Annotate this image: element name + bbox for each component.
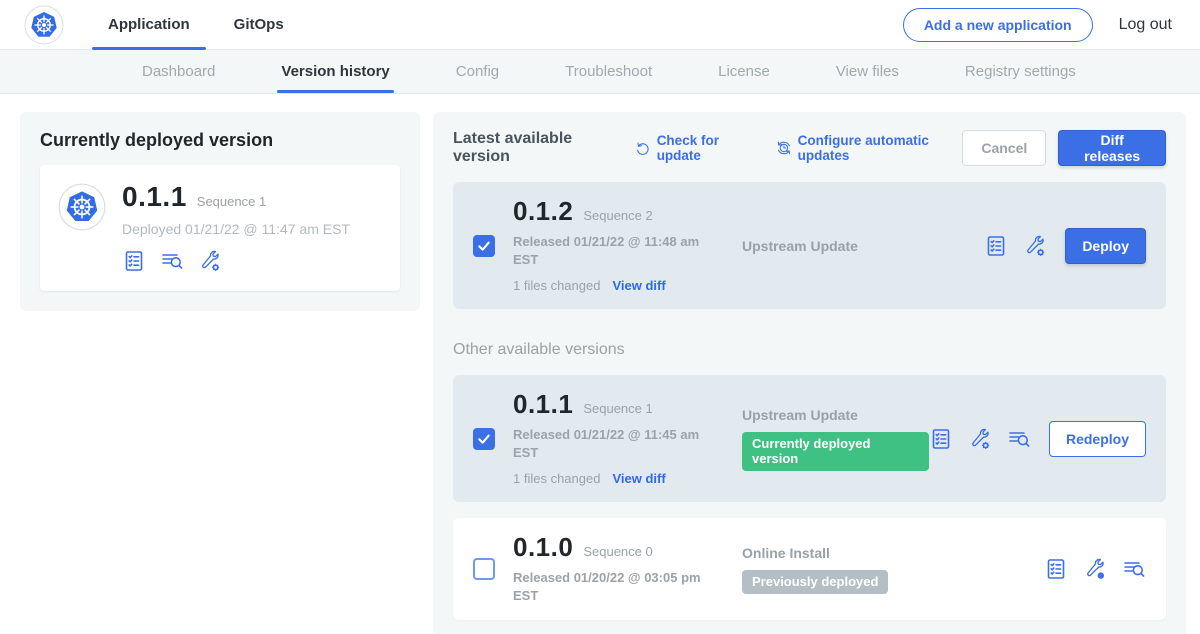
version-checkbox[interactable] [473, 428, 495, 450]
deployed-version-number: 0.1.1 [122, 183, 187, 211]
deployed-version-card: 0.1.1 Sequence 1 Deployed 01/21/22 @ 11:… [40, 165, 400, 291]
previously-deployed-badge: Previously deployed [742, 570, 888, 594]
files-changed-label: 1 files changed [513, 278, 600, 293]
subnav-tab-dashboard[interactable]: Dashboard [138, 50, 219, 93]
version-source: Upstream Update Currently deployed versi… [718, 407, 929, 471]
checkmark-icon [476, 238, 492, 254]
view-config-icon[interactable] [1083, 557, 1107, 581]
deployed-timestamp: Deployed 01/21/22 @ 11:47 am EST [122, 221, 350, 237]
version-info: 0.1.2 Sequence 2 Released 01/21/22 @ 11:… [513, 198, 718, 293]
released-timestamp: Released 01/21/22 @ 11:45 am EST [513, 426, 701, 461]
released-timestamp: Released 01/20/22 @ 03:05 pm EST [513, 569, 701, 604]
check-for-update-label: Check for update [657, 133, 754, 163]
logs-icon[interactable] [160, 249, 184, 273]
currently-deployed-badge: Currently deployed version [742, 432, 929, 471]
version-checkbox[interactable] [473, 558, 495, 580]
view-diff-link[interactable]: View diff [612, 471, 665, 486]
subnav-tab-version-history[interactable]: Version history [277, 50, 393, 93]
auto-update-icon [776, 139, 792, 157]
version-number: 0.1.1 [513, 391, 573, 417]
deployed-version-info: 0.1.1 Sequence 1 Deployed 01/21/22 @ 11:… [122, 183, 350, 273]
version-source: Upstream Update [718, 238, 984, 254]
version-row-icons [984, 234, 1047, 258]
version-number: 0.1.0 [513, 534, 573, 560]
main-content: Currently deployed version 0.1.1 Sequenc… [0, 94, 1200, 634]
sequence-label: Sequence 0 [583, 544, 652, 559]
panel-header: Latest available version Check for updat… [453, 130, 1166, 166]
check-for-update-link[interactable]: Check for update [635, 133, 754, 163]
version-checkbox[interactable] [473, 235, 495, 257]
subnav-tab-troubleshoot[interactable]: Troubleshoot [561, 50, 656, 93]
refresh-icon [635, 139, 651, 157]
top-nav: Application GitOps Add a new application… [0, 0, 1200, 50]
app-kubernetes-icon [58, 183, 106, 231]
tab-application-label: Application [108, 16, 190, 33]
source-label: Upstream Update [742, 238, 984, 254]
version-info: 0.1.0 Sequence 0 Released 01/20/22 @ 03:… [513, 534, 718, 604]
source-label: Online Install [742, 545, 1044, 561]
currently-deployed-title: Currently deployed version [40, 130, 400, 151]
checkmark-icon [476, 431, 492, 447]
kubernetes-logo[interactable] [24, 5, 64, 45]
add-new-application-button[interactable]: Add a new application [903, 8, 1093, 42]
files-changed-label: 1 files changed [513, 471, 600, 486]
release-notes-icon[interactable] [929, 427, 953, 451]
deployed-sequence-label: Sequence 1 [197, 194, 266, 209]
version-number: 0.1.2 [513, 198, 573, 224]
sequence-label: Sequence 2 [583, 208, 652, 223]
logs-icon[interactable] [1007, 427, 1031, 451]
version-row-0-1-1: 0.1.1 Sequence 1 Released 01/21/22 @ 11:… [453, 375, 1166, 502]
version-row-0-1-2: 0.1.2 Sequence 2 Released 01/21/22 @ 11:… [453, 182, 1166, 309]
tab-gitops-label: GitOps [234, 16, 284, 33]
version-info: 0.1.1 Sequence 1 Released 01/21/22 @ 11:… [513, 391, 718, 486]
version-row-icons [929, 427, 1031, 451]
deploy-button[interactable]: Deploy [1065, 228, 1146, 264]
logs-icon[interactable] [1122, 557, 1146, 581]
latest-available-title: Latest available version [453, 130, 613, 166]
release-notes-icon[interactable] [122, 249, 146, 273]
subnav-tab-license[interactable]: License [714, 50, 774, 93]
edit-config-icon[interactable] [968, 427, 992, 451]
app-sub-nav: Dashboard Version history Config Trouble… [0, 50, 1200, 94]
cancel-button[interactable]: Cancel [962, 130, 1046, 166]
redeploy-button[interactable]: Redeploy [1049, 421, 1146, 457]
version-history-panel: Latest available version Check for updat… [433, 112, 1186, 634]
version-source: Online Install Previously deployed [718, 545, 1044, 594]
configure-auto-updates-link[interactable]: Configure automatic updates [776, 133, 963, 163]
edit-config-icon[interactable] [198, 249, 222, 273]
release-notes-icon[interactable] [984, 234, 1008, 258]
other-available-versions-title: Other available versions [453, 341, 1166, 359]
source-label: Upstream Update [742, 407, 929, 423]
sequence-label: Sequence 1 [583, 401, 652, 416]
logout-button[interactable]: Log out [1119, 16, 1172, 34]
release-notes-icon[interactable] [1044, 557, 1068, 581]
subnav-tab-view-files[interactable]: View files [832, 50, 903, 93]
currently-deployed-card: Currently deployed version 0.1.1 Sequenc… [20, 112, 420, 311]
version-row-0-1-0: 0.1.0 Sequence 0 Released 01/20/22 @ 03:… [453, 518, 1166, 620]
tab-application[interactable]: Application [86, 0, 212, 50]
tab-gitops[interactable]: GitOps [212, 0, 306, 50]
subnav-tab-registry-settings[interactable]: Registry settings [961, 50, 1080, 93]
edit-config-icon[interactable] [1023, 234, 1047, 258]
diff-releases-button[interactable]: Diff releases [1058, 130, 1166, 166]
subnav-tab-config[interactable]: Config [452, 50, 503, 93]
released-timestamp: Released 01/21/22 @ 11:48 am EST [513, 233, 701, 268]
view-diff-link[interactable]: View diff [612, 278, 665, 293]
configure-auto-updates-label: Configure automatic updates [798, 133, 963, 163]
version-row-icons [1044, 557, 1146, 581]
